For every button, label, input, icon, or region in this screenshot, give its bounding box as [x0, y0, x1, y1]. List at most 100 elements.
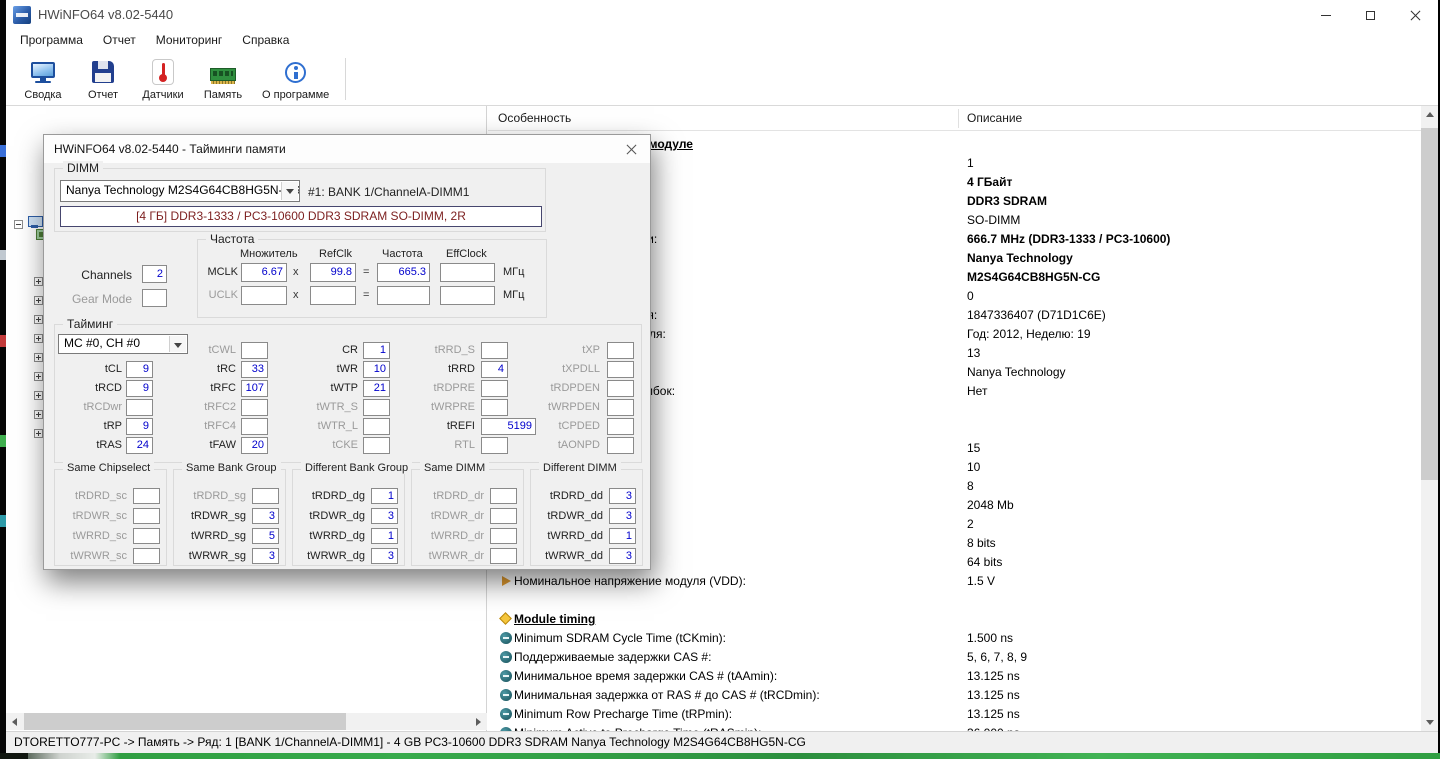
uclk-multiplier-field[interactable] — [241, 286, 287, 305]
mclk-frequency-field[interactable]: 665.3 — [377, 263, 430, 282]
bank-timing-field-tRDRD_dd[interactable]: 3 — [609, 488, 636, 504]
vertical-scroll-thumb[interactable] — [1421, 128, 1438, 480]
toolbar-button-about[interactable]: О программе — [254, 55, 337, 102]
bank-timing-field-tRDRD_sg[interactable] — [252, 488, 279, 504]
horizontal-scroll-thumb[interactable] — [24, 713, 346, 730]
close-button[interactable] — [1393, 0, 1438, 30]
timing-field-tRDPRE[interactable] — [481, 380, 508, 397]
tree-expand-box[interactable] — [34, 277, 43, 286]
bank-timing-field-tRDWR_sc[interactable] — [133, 508, 160, 524]
bank-timing-field-tRDRD_sc[interactable] — [133, 488, 160, 504]
timing-field-tCPDED[interactable] — [607, 418, 634, 435]
dialog-title-bar[interactable]: HWiNFO64 v8.02-5440 - Тайминги памяти — [44, 135, 650, 163]
column-header-feature[interactable]: Особенность — [498, 111, 571, 125]
bank-timing-field-tWRWR_sc[interactable] — [133, 548, 160, 564]
timing-field-tRCDwr[interactable] — [126, 399, 153, 416]
timing-field-tCKE[interactable] — [363, 437, 390, 454]
tree-expand-box[interactable] — [34, 353, 43, 362]
toolbar-button-memory[interactable]: Память — [194, 55, 252, 102]
timing-field-tRFC[interactable]: 107 — [241, 380, 268, 397]
dialog-close-button[interactable] — [623, 141, 641, 157]
timing-field-tRDPDEN[interactable] — [607, 380, 634, 397]
bank-timing-field-tWRRD_dr[interactable] — [490, 528, 517, 544]
scroll-down-button[interactable] — [1421, 714, 1438, 731]
mclk-effclock-field[interactable] — [440, 263, 495, 282]
timing-field-tREFI[interactable]: 5199 — [481, 418, 536, 435]
toolbar-button-report[interactable]: Отчет — [74, 55, 132, 102]
timing-field-tWTR_L[interactable] — [363, 418, 390, 435]
timing-field-tRCD[interactable]: 9 — [126, 380, 153, 397]
menu-item[interactable]: Мониторинг — [146, 30, 233, 52]
menu-item[interactable]: Справка — [232, 30, 299, 52]
timing-field-tRRD[interactable]: 4 — [481, 361, 508, 378]
module-summary[interactable]: [4 ГБ] DDR3-1333 / PC3-10600 DDR3 SDRAM … — [60, 206, 542, 227]
toolbar-button-summary[interactable]: Сводка — [14, 55, 72, 102]
timing-field-tWTR_S[interactable] — [363, 399, 390, 416]
bank-timing-field-tWRRD_dd[interactable]: 1 — [609, 528, 636, 544]
scroll-up-button[interactable] — [1421, 106, 1438, 123]
timing-field-tRRD_S[interactable] — [481, 342, 508, 359]
bank-timing-field-tRDWR_sg[interactable]: 3 — [252, 508, 279, 524]
maximize-button[interactable] — [1348, 0, 1393, 30]
bank-timing-field-tWRWR_dd[interactable]: 3 — [609, 548, 636, 564]
tree-expand-box[interactable] — [34, 391, 43, 400]
tree-expand-box[interactable] — [34, 315, 43, 324]
gear-mode-field[interactable] — [142, 289, 167, 307]
column-header-description[interactable]: Описание — [967, 111, 1022, 125]
tree-expand-box[interactable] — [34, 429, 43, 438]
tree-expand-box[interactable] — [34, 334, 43, 343]
timing-field-tWRPRE[interactable] — [481, 399, 508, 416]
bank-timing-field-tRDWR_dr[interactable] — [490, 508, 517, 524]
channels-field[interactable]: 2 — [142, 265, 167, 283]
uclk-refclk-field[interactable] — [310, 286, 356, 305]
bank-timing-field-tWRRD_sc[interactable] — [133, 528, 160, 544]
tree-expand-box[interactable] — [34, 372, 43, 381]
bank-timing-field-tWRWR_dr[interactable] — [490, 548, 517, 564]
dimm-select[interactable]: Nanya Technology M2S4G64CB8HG5N-CG — [60, 180, 300, 202]
chevron-down-icon[interactable] — [281, 182, 298, 200]
timing-field-tWRPDEN[interactable] — [607, 399, 634, 416]
uclk-effclock-field[interactable] — [440, 286, 495, 305]
timing-field-tAONPD[interactable] — [607, 437, 634, 454]
bank-timing-field-tRDWR_dd[interactable]: 3 — [609, 508, 636, 524]
bank-timing-field-tWRRD_sg[interactable]: 5 — [252, 528, 279, 544]
menu-item[interactable]: Программа — [10, 30, 93, 52]
timing-field-RTL[interactable] — [481, 437, 508, 454]
uclk-frequency-field[interactable] — [377, 286, 430, 305]
bank-timing-field-tWRWR_sg[interactable]: 3 — [252, 548, 279, 564]
bank-timing-field-tRDRD_dg[interactable]: 1 — [371, 488, 398, 504]
timing-field-tXP[interactable] — [607, 342, 634, 359]
mclk-refclk-field[interactable]: 99.8 — [310, 263, 356, 282]
tree-expand-box[interactable] — [34, 410, 43, 419]
scroll-left-button[interactable] — [6, 713, 23, 730]
timing-field-tCL[interactable]: 9 — [126, 361, 153, 378]
timing-field-tXPDLL[interactable] — [607, 361, 634, 378]
title-bar[interactable]: HWiNFO64 v8.02-5440 — [6, 0, 1438, 30]
timing-field-tRP[interactable]: 9 — [126, 418, 153, 435]
timing-field-tRAS[interactable]: 24 — [126, 437, 153, 454]
minimize-button[interactable] — [1303, 0, 1348, 30]
mclk-multiplier-field[interactable]: 6.67 — [241, 263, 287, 282]
timing-field-tCWL[interactable] — [241, 342, 268, 359]
dimm-select-value: Nanya Technology M2S4G64CB8HG5N-CG — [61, 181, 299, 200]
bank-timing-field-tWRRD_dg[interactable]: 1 — [371, 528, 398, 544]
timing-field-tRC[interactable]: 33 — [241, 361, 268, 378]
tree-collapse-box[interactable] — [14, 220, 23, 229]
bank-timing-field-tRDWR_dg[interactable]: 3 — [371, 508, 398, 524]
toolbar-button-sensors[interactable]: Датчики — [134, 55, 192, 102]
timing-field-tRFC4[interactable] — [241, 418, 268, 435]
vertical-scrollbar[interactable] — [1421, 106, 1438, 731]
timing-label-tRCDwr: tRCDwr — [52, 401, 122, 413]
menu-item[interactable]: Отчет — [93, 30, 146, 52]
timing-field-tFAW[interactable]: 20 — [241, 437, 268, 454]
timing-field-tWR[interactable]: 10 — [363, 361, 390, 378]
tree-expand-box[interactable] — [34, 296, 43, 305]
bank-timing-field-tWRWR_dg[interactable]: 3 — [371, 548, 398, 564]
timing-field-tRFC2[interactable] — [241, 399, 268, 416]
timing-field-CR[interactable]: 1 — [363, 342, 390, 359]
column-divider[interactable] — [958, 109, 959, 128]
bank-timing-field-tRDRD_dr[interactable] — [490, 488, 517, 504]
horizontal-scrollbar[interactable] — [6, 713, 487, 730]
scroll-right-button[interactable] — [470, 713, 487, 730]
timing-field-tWTP[interactable]: 21 — [363, 380, 390, 397]
